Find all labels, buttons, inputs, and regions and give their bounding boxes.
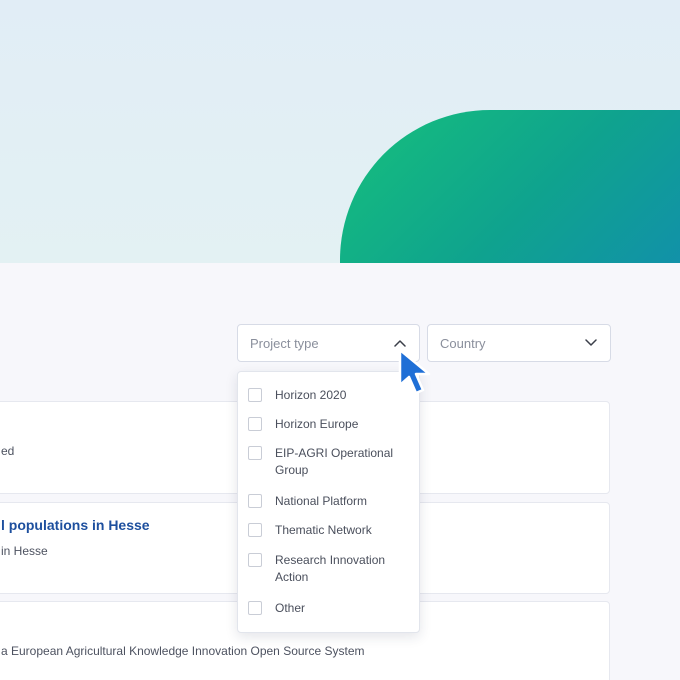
result-card-subtitle: a European Agricultural Knowledge Innova… — [1, 644, 365, 658]
option-label: National Platform — [275, 494, 368, 508]
option-thematic-network[interactable]: Thematic Network — [248, 522, 413, 539]
mouse-pointer-icon — [396, 347, 436, 397]
hero-gradient-shape — [340, 110, 680, 263]
option-label: Horizon 2020 — [275, 388, 347, 402]
option-horizon-europe[interactable]: Horizon Europe — [248, 416, 413, 433]
option-checkbox[interactable] — [248, 417, 262, 431]
option-label: Horizon Europe — [275, 417, 359, 431]
hero-banner — [0, 0, 680, 263]
option-checkbox[interactable] — [248, 446, 262, 460]
option-national-platform[interactable]: National Platform — [248, 493, 413, 510]
option-label: Other — [275, 601, 306, 615]
option-checkbox[interactable] — [248, 601, 262, 615]
project-type-dropdown: Horizon 2020 Horizon Europe EIP-AGRI Ope… — [237, 371, 420, 633]
option-label: EIP-AGRI Operational Group — [275, 446, 394, 477]
option-research-innovation-action[interactable]: Research Innovation Action — [248, 552, 413, 586]
option-checkbox[interactable] — [248, 494, 262, 508]
option-label: Research Innovation Action — [275, 553, 386, 584]
option-label: Thematic Network — [275, 523, 372, 537]
country-select[interactable]: Country — [427, 324, 611, 362]
project-type-placeholder: Project type — [250, 335, 319, 351]
result-card-title[interactable]: l populations in Hesse — [1, 517, 150, 533]
option-other[interactable]: Other — [248, 600, 413, 617]
option-checkbox[interactable] — [248, 388, 262, 402]
option-checkbox[interactable] — [248, 523, 262, 537]
result-card-subtitle: ed — [1, 444, 15, 458]
country-placeholder: Country — [440, 335, 486, 351]
chevron-down-icon — [584, 336, 598, 350]
option-eip-agri-operational-group[interactable]: EIP-AGRI Operational Group — [248, 445, 413, 479]
page: ed l populations in Hesse in Hesse a Eur… — [0, 0, 680, 680]
option-checkbox[interactable] — [248, 553, 262, 567]
result-card-subtitle: in Hesse — [1, 544, 48, 558]
option-horizon-2020[interactable]: Horizon 2020 — [248, 387, 413, 404]
project-type-select[interactable]: Project type — [237, 324, 420, 362]
